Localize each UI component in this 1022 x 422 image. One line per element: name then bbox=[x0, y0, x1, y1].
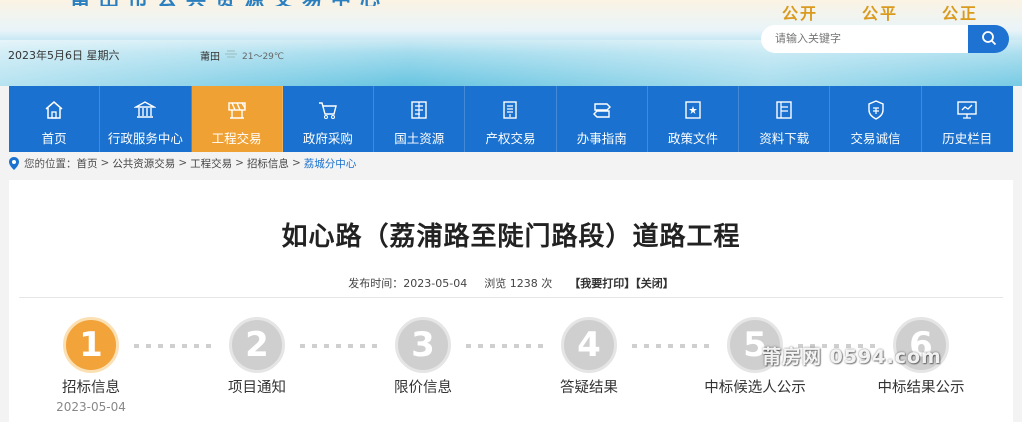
nav-item-history[interactable]: 历史栏目 bbox=[922, 86, 1013, 152]
nav-label: 工程交易 bbox=[211, 131, 262, 146]
land-icon bbox=[407, 98, 431, 122]
views-count: 1238 bbox=[509, 277, 538, 290]
search-icon bbox=[981, 30, 997, 49]
article-panel: 如心路（荔浦路至陡门路段）道路工程 发布时间：2023-05-04 浏览 123… bbox=[9, 180, 1013, 422]
nav-label: 首页 bbox=[41, 131, 67, 146]
location-pin-icon bbox=[9, 156, 19, 170]
nav-item-home[interactable]: 首页 bbox=[9, 86, 101, 152]
site-header: 莆田市公共资源交易中心 公开 公平 公正 2023年5月6日 星期六 莆田 21… bbox=[0, 0, 1022, 86]
step-number-circle: 4 bbox=[561, 317, 617, 373]
slogan-open: 公开 bbox=[782, 4, 819, 23]
current-date: 2023年5月6日 星期六 bbox=[8, 49, 120, 62]
signpost-icon bbox=[590, 98, 614, 122]
breadcrumb-bidding-info[interactable]: 招标信息 bbox=[247, 156, 289, 171]
nav-item-engineering[interactable]: 工程交易 bbox=[191, 86, 283, 152]
construction-icon bbox=[225, 98, 249, 122]
step-number-circle: 3 bbox=[395, 317, 451, 373]
site-title-cropped: 莆田市公共资源交易中心 bbox=[70, 0, 410, 6]
nav-item-guide[interactable]: 办事指南 bbox=[557, 86, 648, 152]
document-icon bbox=[498, 98, 522, 122]
nav-label: 资料下载 bbox=[759, 131, 810, 146]
search-button[interactable] bbox=[968, 25, 1009, 53]
progress-steps: 1 招标信息 2023-05-04 2 项目通知 3 限价信息 4 答疑结果 5… bbox=[9, 317, 1013, 422]
step-date: 2023-05-04 bbox=[56, 400, 126, 414]
home-icon bbox=[42, 98, 66, 122]
search-bar bbox=[761, 25, 1009, 53]
meta-divider bbox=[19, 297, 1003, 298]
slogans: 公开 公平 公正 bbox=[782, 0, 978, 24]
article-title: 如心路（荔浦路至陡门路段）道路工程 bbox=[281, 222, 741, 252]
nav-item-procurement[interactable]: 政府采购 bbox=[283, 86, 375, 152]
step-label: 中标候选人公示 bbox=[704, 380, 806, 396]
nav-label: 产权交易 bbox=[485, 131, 536, 146]
breadcrumb-engineering[interactable]: 工程交易 bbox=[190, 156, 232, 171]
weather-icon bbox=[224, 49, 238, 62]
step-qa-result[interactable]: 4 答疑结果 bbox=[529, 317, 649, 397]
slogan-fair: 公平 bbox=[862, 4, 899, 23]
publish-label: 发布时间： bbox=[348, 277, 404, 290]
policy-icon bbox=[681, 98, 705, 122]
step-label: 中标结果公示 bbox=[877, 380, 965, 396]
weather-temp: 21～29℃ bbox=[242, 52, 285, 62]
step-label: 答疑结果 bbox=[560, 380, 618, 396]
nav-item-admin-service[interactable]: 行政服务中心 bbox=[100, 86, 192, 152]
close-button[interactable]: 【关闭】 bbox=[635, 277, 674, 290]
weather: 莆田 21～29℃ bbox=[200, 48, 284, 63]
step-project-notice[interactable]: 2 项目通知 bbox=[197, 317, 317, 397]
article-meta: 发布时间：2023-05-04 浏览 1238 次 【我要打印】【关闭】 bbox=[9, 275, 1013, 291]
cart-icon bbox=[316, 98, 340, 122]
nav-label: 办事指南 bbox=[576, 131, 627, 146]
main-nav: 首页 行政服务中心 工程交易 政府采购 国土资源 产权交易 办事指南 政策文件 … bbox=[9, 86, 1013, 152]
breadcrumb-separator: > bbox=[235, 157, 244, 169]
breadcrumb-prefix: 您的位置： bbox=[24, 157, 77, 170]
breadcrumb-separator: > bbox=[178, 157, 188, 169]
breadcrumb-home[interactable]: 首页 bbox=[77, 156, 98, 171]
shield-icon bbox=[864, 98, 888, 122]
step-label: 限价信息 bbox=[394, 380, 452, 396]
breadcrumb-public-resource[interactable]: 公共资源交易 bbox=[112, 156, 175, 171]
print-button[interactable]: 【我要打印】 bbox=[569, 277, 635, 290]
breadcrumb-separator: > bbox=[291, 157, 301, 169]
breadcrumb-current[interactable]: 荔城分中心 bbox=[304, 156, 357, 171]
nav-item-integrity[interactable]: 交易诚信 bbox=[830, 86, 922, 152]
step-label: 项目通知 bbox=[228, 380, 286, 396]
nav-item-property[interactable]: 产权交易 bbox=[465, 86, 557, 152]
watermark: 莆房网 0594.com bbox=[762, 346, 942, 368]
search-input[interactable] bbox=[761, 25, 968, 53]
nav-item-policy[interactable]: 政策文件 bbox=[648, 86, 740, 152]
monitor-icon bbox=[955, 98, 979, 122]
step-label: 招标信息 bbox=[62, 380, 120, 396]
nav-label: 行政服务中心 bbox=[107, 131, 183, 146]
views-label: 浏览 bbox=[484, 277, 507, 290]
weather-city: 莆田 bbox=[200, 52, 220, 63]
publish-date: 2023-05-04 bbox=[403, 277, 468, 290]
building-icon bbox=[133, 98, 157, 122]
step-price-limit[interactable]: 3 限价信息 bbox=[363, 317, 483, 397]
step-bidding-info[interactable]: 1 招标信息 2023-05-04 bbox=[31, 317, 151, 414]
breadcrumb: 您的位置： 首页 > 公共资源交易 > 工程交易 > 招标信息 > 荔城分中心 bbox=[9, 154, 356, 172]
breadcrumb-separator: > bbox=[100, 157, 110, 169]
views-unit: 次 bbox=[541, 277, 553, 290]
nav-item-downloads[interactable]: 资料下载 bbox=[739, 86, 831, 152]
step-number-circle: 2 bbox=[229, 317, 285, 373]
nav-label: 国土资源 bbox=[394, 131, 445, 146]
download-icon bbox=[772, 98, 796, 122]
nav-label: 政策文件 bbox=[667, 131, 718, 146]
nav-label: 历史栏目 bbox=[942, 131, 993, 146]
step-number-circle: 1 bbox=[63, 317, 119, 373]
nav-item-land[interactable]: 国土资源 bbox=[374, 86, 466, 152]
nav-label: 交易诚信 bbox=[850, 131, 901, 146]
nav-label: 政府采购 bbox=[302, 131, 353, 146]
slogan-just: 公正 bbox=[942, 4, 979, 23]
